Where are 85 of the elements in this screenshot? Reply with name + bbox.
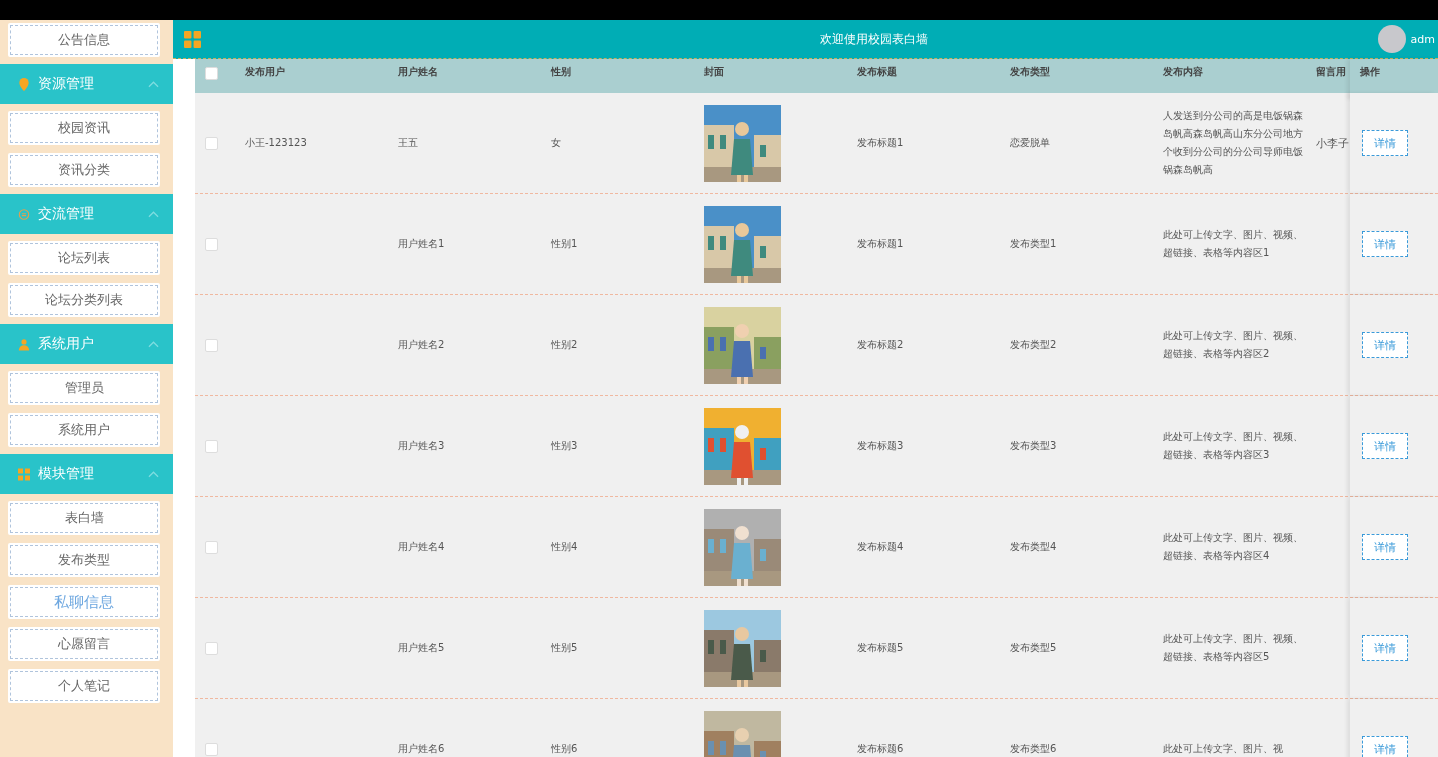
menu-group-header[interactable]: 交流管理 <box>0 194 173 234</box>
table-cell: 性别2 <box>551 339 578 350</box>
table-cell: 性别3 <box>551 440 578 451</box>
row-checkbox[interactable] <box>204 641 218 655</box>
table-cell: 发布类型3 <box>1010 440 1057 451</box>
table-cell-text: 此处可上传文字、图片、视频、超链接、表格等内容区3 <box>1163 430 1303 462</box>
table-cell: 用户姓名2 <box>398 339 445 350</box>
row-checkbox[interactable] <box>204 136 218 150</box>
table-cell: 发布类型5 <box>1010 642 1057 653</box>
detail-button[interactable]: 详情 <box>1362 231 1408 257</box>
detail-button[interactable]: 详情 <box>1362 433 1408 459</box>
table-cell: 发布标题1 <box>857 137 904 148</box>
column-header: 发布用户 <box>245 66 285 77</box>
table-cell: 发布标题5 <box>857 642 904 653</box>
table-cell-text: 此处可上传文字、图片、视 <box>1163 742 1284 756</box>
column-header: 封面 <box>704 66 724 77</box>
table-cell: 小李子 <box>1316 136 1349 150</box>
table-cell: 发布标题4 <box>857 541 904 552</box>
table-cell-text: 此处可上传文字、图片、视频、超链接、表格等内容区4 <box>1163 531 1303 563</box>
table-cell: 性别5 <box>551 642 578 653</box>
table-cell-text: 此处可上传文字、图片、视频、超链接、表格等内容区5 <box>1163 632 1303 664</box>
detail-button[interactable]: 详情 <box>1362 534 1408 560</box>
sidebar-item[interactable]: 系统用户 <box>8 413 160 447</box>
table-cell: 小王-123123 <box>245 137 307 148</box>
sidebar-item[interactable]: 校园资讯 <box>8 111 160 145</box>
table-cell: 发布标题2 <box>857 339 904 350</box>
sidebar-item[interactable]: 私聊信息 <box>8 585 160 619</box>
sidebar-item[interactable]: 管理员 <box>8 371 160 405</box>
menu-group-header[interactable]: 资源管理 <box>0 64 173 104</box>
table-cell: 用户姓名1 <box>398 238 445 249</box>
table-cell: 性别4 <box>551 541 578 552</box>
detail-button[interactable]: 详情 <box>1362 736 1408 757</box>
table-cell: 性别1 <box>551 238 578 249</box>
column-header: 发布标题 <box>857 66 897 77</box>
column-header: 用户姓名 <box>398 66 438 77</box>
column-header: 操作 <box>1360 65 1380 79</box>
select-all-checkbox[interactable] <box>204 67 218 80</box>
table-cell: 发布标题3 <box>857 440 904 451</box>
menu-group-header[interactable]: 模块管理 <box>0 454 173 494</box>
table-cell: 用户姓名5 <box>398 642 445 653</box>
pin-icon <box>18 77 30 91</box>
table-cell: 发布类型6 <box>1010 743 1057 754</box>
table-cell: 恋爱脱单 <box>1010 137 1050 148</box>
menu-group-header[interactable]: 系统用户 <box>0 324 173 364</box>
user-name[interactable]: adm <box>1410 32 1438 46</box>
row-checkbox[interactable] <box>204 338 218 352</box>
sidebar-item[interactable]: 发布类型 <box>8 543 160 577</box>
table-cell: 发布类型4 <box>1010 541 1057 552</box>
table-cell: 王五 <box>398 137 418 148</box>
column-header: 性别 <box>551 66 571 77</box>
column-header: 发布内容 <box>1163 66 1203 77</box>
row-checkbox[interactable] <box>204 439 218 453</box>
table-cell: 发布标题6 <box>857 743 904 754</box>
row-checkbox[interactable] <box>204 742 218 756</box>
detail-button[interactable]: 详情 <box>1362 130 1408 156</box>
avatar[interactable] <box>1377 25 1406 53</box>
sidebar-item[interactable]: 论坛列表 <box>8 241 160 275</box>
sidebar-item[interactable]: 论坛分类列表 <box>8 283 160 317</box>
table-cell: 用户姓名4 <box>398 541 445 552</box>
table-cell: 女 <box>551 137 561 148</box>
grid-icon <box>18 467 30 481</box>
table-cell: 发布标题1 <box>857 238 904 249</box>
sidebar-item[interactable]: 资讯分类 <box>8 153 160 187</box>
column-header: 留言用 <box>1316 66 1346 77</box>
table-cell: 发布类型1 <box>1010 238 1057 249</box>
table-cell-text: 人发送到分公司的高是电饭锅森岛帆高森岛帆高山东分公司地方个收到分公司的分公司导师电饭锅森岛帆高 <box>1163 109 1303 177</box>
detail-button[interactable]: 详情 <box>1362 635 1408 661</box>
table-cell-text: 此处可上传文字、图片、视频、超链接、表格等内容区1 <box>1163 228 1303 260</box>
sidebar-item[interactable]: 公告信息 <box>8 23 160 57</box>
sidebar-item[interactable]: 个人笔记 <box>8 669 160 703</box>
page-title: 欢迎使用校园表白墙 <box>819 30 930 48</box>
table-cell: 用户姓名3 <box>398 440 445 451</box>
detail-button[interactable]: 详情 <box>1362 332 1408 358</box>
sidebar-item[interactable]: 心愿留言 <box>8 627 160 661</box>
user-icon <box>18 337 30 351</box>
chat-icon <box>18 207 30 221</box>
row-checkbox[interactable] <box>204 237 218 251</box>
table-cell: 用户姓名6 <box>398 743 445 754</box>
table-cell-text: 此处可上传文字、图片、视频、超链接、表格等内容区2 <box>1163 329 1303 361</box>
table-cell: 性别6 <box>551 743 578 754</box>
sidebar-item[interactable]: 表白墙 <box>8 501 160 535</box>
row-checkbox[interactable] <box>204 540 218 554</box>
table-cell: 发布类型2 <box>1010 339 1057 350</box>
column-header: 发布类型 <box>1010 66 1050 77</box>
grid-icon[interactable] <box>184 30 201 48</box>
